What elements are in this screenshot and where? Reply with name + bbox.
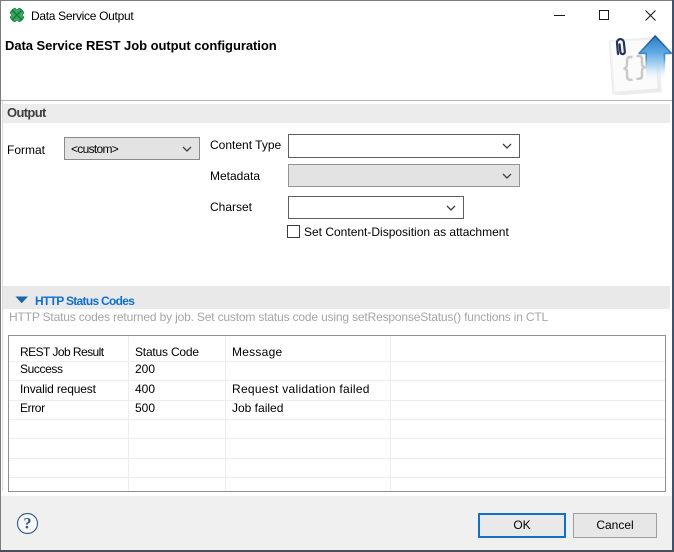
svg-text:?: ? (24, 516, 32, 533)
